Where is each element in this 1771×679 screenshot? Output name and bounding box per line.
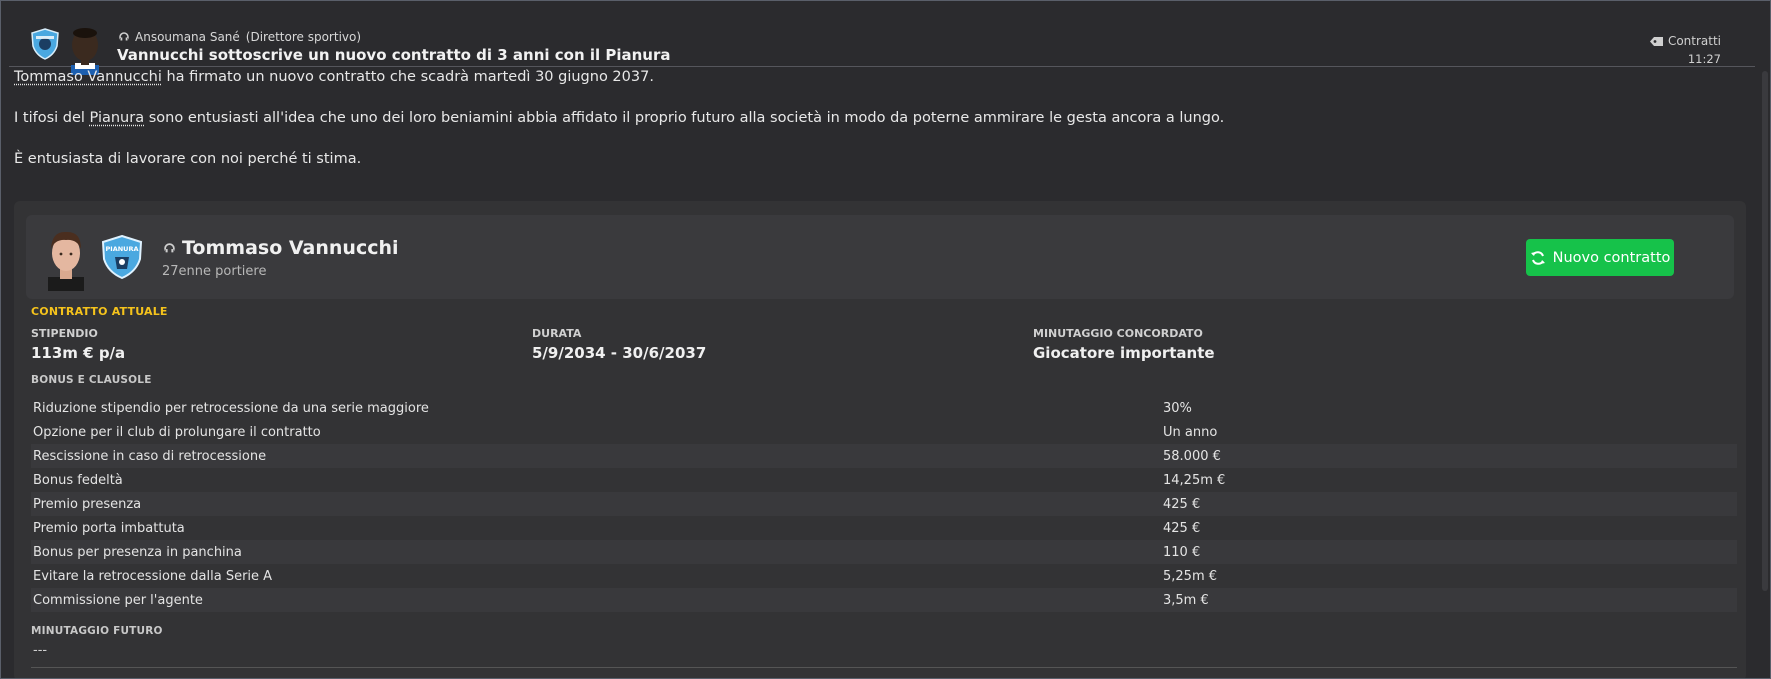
news-category[interactable]: Contratti bbox=[1668, 34, 1721, 48]
person-icon bbox=[119, 32, 129, 42]
sender-name[interactable]: Ansoumana Sané bbox=[135, 30, 240, 44]
clause-name: Evitare la retrocessione dalla Serie A bbox=[33, 568, 273, 584]
clause-value: 425 € bbox=[1163, 496, 1201, 512]
club-link[interactable]: Pianura bbox=[90, 110, 145, 126]
bonus-clauses-title: BONUS E CLAUSOLE bbox=[31, 374, 152, 386]
paragraph-1-text: ha firmato un nuovo contratto che scadrà… bbox=[161, 69, 654, 85]
paragraph-2-text: sono entusiasti all'idea che uno dei lor… bbox=[144, 110, 1225, 126]
clause-name: Riduzione stipendio per retrocessione da… bbox=[33, 400, 429, 416]
club-badge-text: PIANURA bbox=[106, 245, 139, 253]
clause-name: Premio presenza bbox=[33, 496, 142, 512]
table-row: Bonus fedeltà 14,25m € bbox=[31, 468, 1737, 492]
refresh-icon bbox=[1530, 250, 1545, 265]
player-name[interactable]: Tommaso Vannucchi bbox=[182, 237, 399, 259]
news-meta: Contratti 11:27 bbox=[1649, 34, 1721, 66]
clause-value: 425 € bbox=[1163, 520, 1201, 536]
person-icon bbox=[164, 242, 175, 254]
news-headline: Vannucchi sottoscrive un nuovo contratto… bbox=[117, 46, 671, 64]
table-row: Premio porta imbattuta 425 € bbox=[31, 516, 1737, 540]
player-name-line: Tommaso Vannucchi bbox=[164, 237, 399, 259]
salary-value: 113m € p/a bbox=[31, 344, 126, 362]
clause-name: Opzione per il club di prolungare il con… bbox=[33, 424, 321, 440]
sender-role: (Direttore sportivo) bbox=[245, 30, 362, 44]
scrollbar[interactable] bbox=[1762, 71, 1768, 591]
table-row: Riduzione stipendio per retrocessione da… bbox=[31, 396, 1737, 420]
table-row: Premio presenza 425 € bbox=[31, 492, 1737, 516]
clause-name: Commissione per l'agente bbox=[33, 592, 203, 608]
message-paragraph-1: Tommaso Vannucchi ha firmato un nuovo co… bbox=[14, 69, 654, 85]
clause-name: Premio porta imbattuta bbox=[33, 520, 185, 536]
sender-portrait bbox=[71, 28, 99, 75]
table-row: Commissione per l'agente 3,5m € bbox=[31, 588, 1737, 612]
contract-panel: PIANURA Tommaso Vannucchi 27enne portier… bbox=[14, 201, 1746, 678]
club-badge: PIANURA bbox=[101, 235, 143, 279]
current-contract-title: CONTRATTO ATTUALE bbox=[31, 305, 168, 318]
clause-value: 5,25m € bbox=[1163, 568, 1218, 584]
table-row: Rescissione in caso di retrocessione 58.… bbox=[31, 444, 1737, 468]
clauses-table: Riduzione stipendio per retrocessione da… bbox=[31, 396, 1737, 612]
player-subtitle: 27enne portiere bbox=[162, 264, 267, 279]
clause-name: Bonus fedeltà bbox=[33, 472, 123, 488]
clause-name: Bonus per presenza in panchina bbox=[33, 544, 242, 560]
clause-value: 3,5m € bbox=[1163, 592, 1209, 608]
clause-name: Rescissione in caso di retrocessione bbox=[33, 448, 267, 464]
future-playtime-title: MINUTAGGIO FUTURO bbox=[31, 625, 163, 637]
duration-value: 5/9/2034 - 30/6/2037 bbox=[532, 344, 707, 362]
future-playtime-value: --- bbox=[33, 643, 48, 658]
table-row: Bonus per presenza in panchina 110 € bbox=[31, 540, 1737, 564]
message-paragraph-2: I tifosi del Pianura sono entusiasti all… bbox=[14, 110, 1224, 126]
clause-value: Un anno bbox=[1163, 424, 1218, 440]
clause-value: 110 € bbox=[1163, 544, 1201, 560]
player-portrait bbox=[48, 231, 84, 291]
duration-label: DURATA bbox=[532, 327, 582, 340]
news-header: Ansoumana Sané (Direttore sportivo) Vann… bbox=[9, 11, 1755, 75]
new-contract-button[interactable]: Nuovo contratto bbox=[1526, 239, 1674, 276]
divider bbox=[31, 667, 1737, 668]
salary-label: STIPENDIO bbox=[31, 327, 98, 340]
clause-value: 58.000 € bbox=[1163, 448, 1221, 464]
player-card: PIANURA Tommaso Vannucchi 27enne portier… bbox=[26, 215, 1734, 299]
paragraph-2-prefix: I tifosi del bbox=[14, 110, 90, 126]
message-paragraph-3: È entusiasta di lavorare con noi perché … bbox=[14, 151, 362, 167]
new-contract-label: Nuovo contratto bbox=[1552, 249, 1671, 266]
news-time: 11:27 bbox=[1687, 52, 1721, 66]
player-link[interactable]: Tommaso Vannucchi bbox=[14, 69, 162, 85]
news-item-window: Ansoumana Sané (Direttore sportivo) Vann… bbox=[0, 0, 1771, 679]
club-badge bbox=[31, 28, 59, 60]
playtime-value: Giocatore importante bbox=[1033, 344, 1215, 362]
clause-value: 30% bbox=[1163, 400, 1192, 416]
clause-value: 14,25m € bbox=[1163, 472, 1226, 488]
table-row: Evitare la retrocessione dalla Serie A 5… bbox=[31, 564, 1737, 588]
sender-line: Ansoumana Sané (Direttore sportivo) bbox=[119, 30, 361, 44]
playtime-label: MINUTAGGIO CONCORDATO bbox=[1033, 327, 1203, 340]
table-row: Opzione per il club di prolungare il con… bbox=[31, 420, 1737, 444]
tag-icon bbox=[1649, 36, 1663, 46]
